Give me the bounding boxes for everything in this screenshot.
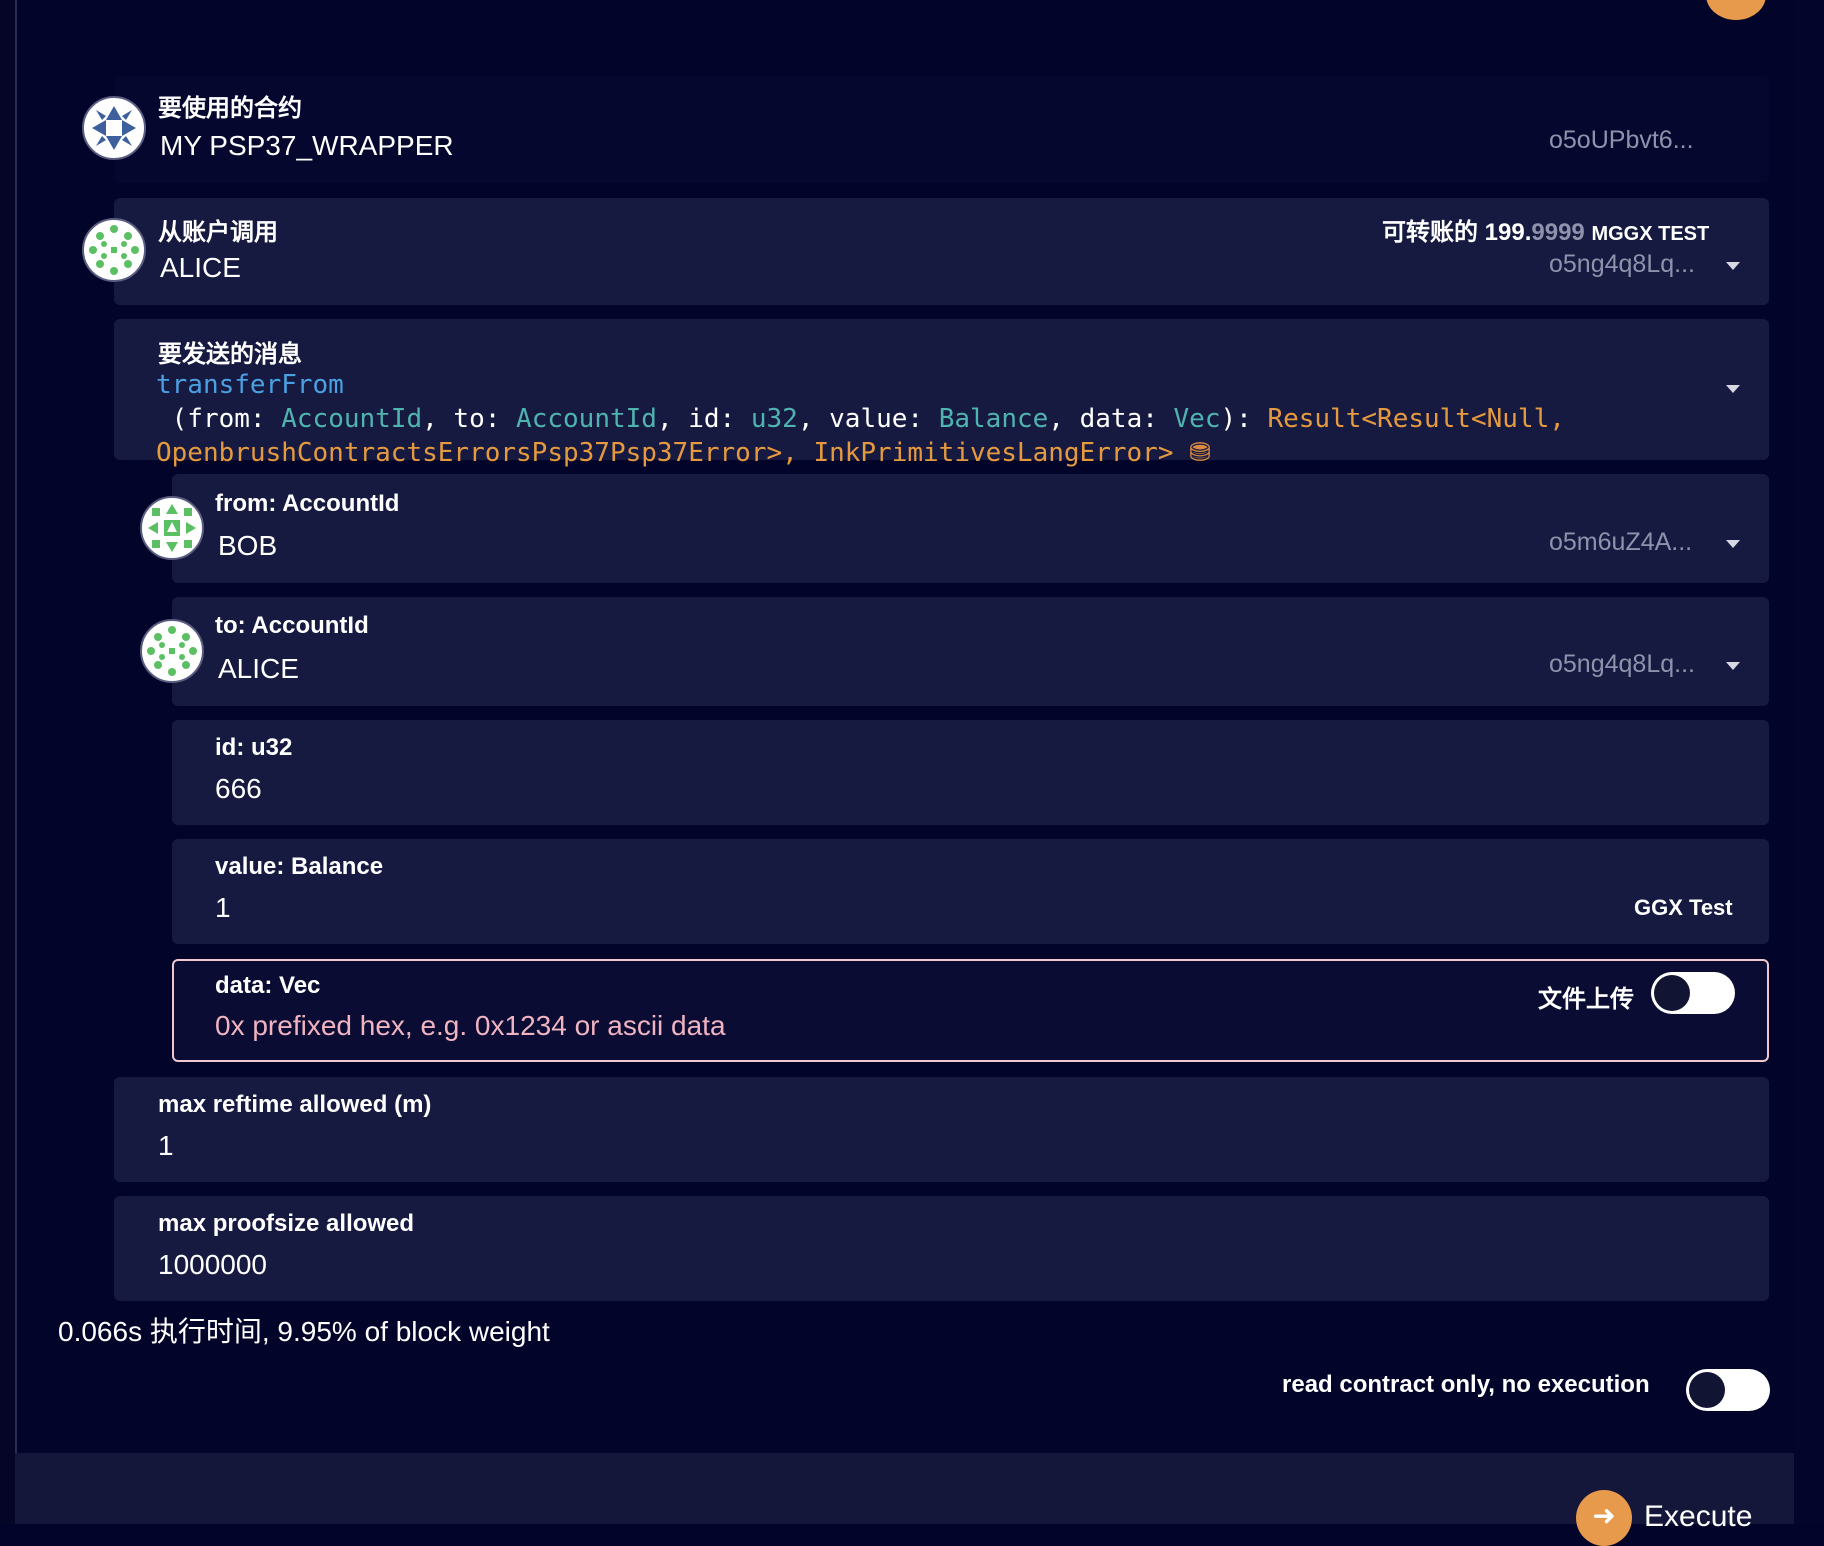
balance-integer: 199.: [1484, 219, 1532, 246]
from-name: BOB: [218, 530, 278, 561]
value-amount: 1: [215, 892, 231, 923]
param-from-select[interactable]: [172, 474, 1769, 583]
data-placeholder: 0x prefixed hex, e.g. 0x1234 or ascii da…: [215, 1010, 726, 1041]
proofsize-value: 1000000: [158, 1249, 268, 1280]
to-chevron-down-icon[interactable]: [1726, 662, 1740, 670]
sig-text: , data:: [1048, 404, 1174, 434]
toggle-knob: [1654, 975, 1690, 1011]
contract-identicon: [82, 96, 146, 160]
file-upload-toggle[interactable]: [1651, 972, 1735, 1014]
data-label: data: Vec: [215, 972, 321, 999]
sig-text: , id:: [656, 404, 751, 434]
top-action-button[interactable]: [1706, 0, 1766, 20]
sig-type: Vec: [1173, 404, 1221, 434]
contract-label: 要使用的合约: [158, 95, 302, 122]
execute-button[interactable]: Execute: [1644, 1500, 1752, 1534]
to-identicon: [140, 619, 204, 683]
toggle-knob: [1689, 1372, 1725, 1408]
sig-text: (from:: [156, 404, 282, 434]
right-border: [1794, 0, 1824, 1524]
value-label: value: Balance: [215, 853, 384, 880]
caller-label: 从账户调用: [158, 219, 278, 246]
caller-chevron-down-icon[interactable]: [1726, 262, 1740, 270]
read-only-toggle[interactable]: [1686, 1369, 1770, 1411]
proofsize-label: max proofsize allowed: [158, 1210, 415, 1237]
payable-coin-icon: ⛃: [1189, 438, 1211, 468]
sig-function-name: transferFrom: [156, 370, 344, 400]
caller-name: ALICE: [160, 252, 241, 283]
action-bar: [15, 1453, 1794, 1524]
sig-type: Balance: [938, 404, 1049, 434]
sig-type: AccountId: [281, 404, 423, 434]
sig-type: u32: [750, 404, 798, 434]
reftime-label: max reftime allowed (m): [158, 1091, 432, 1118]
sig-return-type: Result<Result<Null,: [1267, 404, 1565, 434]
to-address: o5ng4q8Lq...: [1549, 650, 1695, 678]
caller-balance: 可转账的 199.9999 MGGX TEST: [1382, 212, 1709, 247]
left-border: [0, 0, 17, 1524]
to-name: ALICE: [218, 653, 299, 684]
sig-return-type: OpenbrushContractsErrorsPsp37Psp37Error>…: [156, 438, 1174, 468]
from-identicon: [140, 496, 204, 560]
to-label: to: AccountId: [215, 612, 369, 639]
login-arrow-icon[interactable]: ➜: [1576, 1490, 1632, 1546]
sig-type: AccountId: [516, 404, 657, 434]
param-id-input[interactable]: [172, 720, 1769, 825]
file-upload-label: 文件上传: [1538, 986, 1634, 1013]
from-chevron-down-icon[interactable]: [1726, 540, 1740, 548]
sig-text: , value:: [797, 404, 939, 434]
message-signature: transferFrom (from: AccountId, to: Accou…: [156, 368, 1716, 470]
message-chevron-down-icon[interactable]: [1726, 385, 1740, 393]
caller-address: o5ng4q8Lq...: [1549, 250, 1695, 278]
param-to-select[interactable]: [172, 597, 1769, 706]
contract-address: o5oUPbvt6...: [1549, 126, 1694, 154]
param-value-input[interactable]: [172, 839, 1769, 944]
balance-unit: MGGX TEST: [1591, 223, 1710, 245]
from-address: o5m6uZ4A...: [1549, 528, 1693, 556]
from-label: from: AccountId: [215, 490, 400, 517]
id-value: 666: [215, 773, 262, 804]
read-only-label: read contract only, no execution: [1282, 1371, 1650, 1398]
id-label: id: u32: [215, 734, 293, 761]
balance-label: 可转账的: [1382, 219, 1478, 246]
message-label: 要发送的消息: [158, 341, 302, 368]
caller-identicon: [82, 218, 146, 282]
sig-text: ):: [1220, 404, 1268, 434]
execution-estimate: 0.066s 执行时间, 9.95% of block weight: [58, 1316, 550, 1347]
reftime-value: 1: [158, 1130, 174, 1161]
sig-text: , to:: [422, 404, 517, 434]
balance-decimals: 9999: [1531, 219, 1585, 246]
value-unit: GGX Test: [1634, 895, 1733, 920]
contract-name: MY PSP37_WRAPPER: [160, 130, 454, 161]
